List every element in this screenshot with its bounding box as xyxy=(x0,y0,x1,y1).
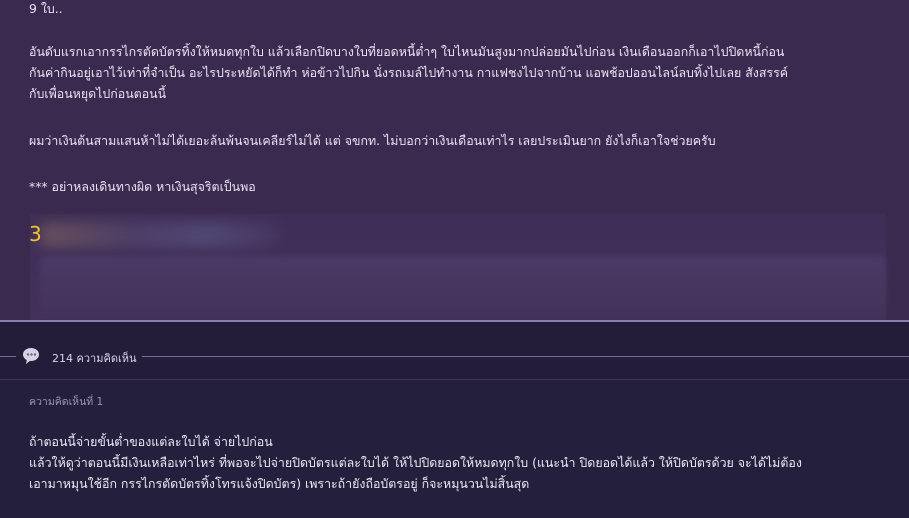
comments-bar: 214 ความคิดเห็น xyxy=(0,322,909,380)
post-paragraph1-line1: อันดับแรกเอากรรไกรตัดบัตรทิ้งให้หมดทุกใบ… xyxy=(29,44,785,59)
comment-line-2: แล้วให้ดูว่าตอนนี้มีเงินเหลือเท่าไหร่ ที… xyxy=(29,455,802,470)
blurred-user-row xyxy=(40,222,280,248)
divider-line-left xyxy=(0,356,16,357)
comment-number-label: ความคิดเห็นที่ 1 xyxy=(29,396,104,408)
blurred-quote-box xyxy=(40,256,886,316)
post-paragraph3: *** อย่าหลงเดินทางผิด หาเงินสุจริตเป็นพอ xyxy=(29,179,256,194)
comments-count: 214 ความคิดเห็น xyxy=(52,352,137,365)
post-paragraph2: ผมว่าเงินต้นสามแสนห้าไม่ได้เยอะล้นพ้นจนเ… xyxy=(29,133,716,148)
comment-line-3: เอามาหมุนใช้อีก กรรไกรตัดบัตรทิ้งโทรแจ้ง… xyxy=(29,476,530,491)
post-paragraph1-line2: กันค่ากินอยู่เอาไว้เท่าที่จำเป็น อะไรประ… xyxy=(29,65,789,80)
blurred-number: 3 xyxy=(29,222,42,246)
post-paragraph1-line3: กับเพื่อนหยุดไปก่อนตอนนี้ xyxy=(29,86,167,101)
comment-1: ความคิดเห็นที่ 1 ถ้าตอนนี้จ่ายขั้นต่ำของ… xyxy=(0,380,909,518)
chat-bubble-icon xyxy=(23,348,39,364)
post-body: 9 ใบ.. อันดับแรกเอากรรไกรตัดบัตรทิ้งให้ห… xyxy=(0,0,909,320)
divider-line-right xyxy=(142,356,909,357)
comment-line-1: ถ้าตอนนี้จ่ายขั้นต่ำของแต่ละใบได้ จ่ายไป… xyxy=(29,434,273,449)
post-line-top: 9 ใบ.. xyxy=(29,1,63,16)
